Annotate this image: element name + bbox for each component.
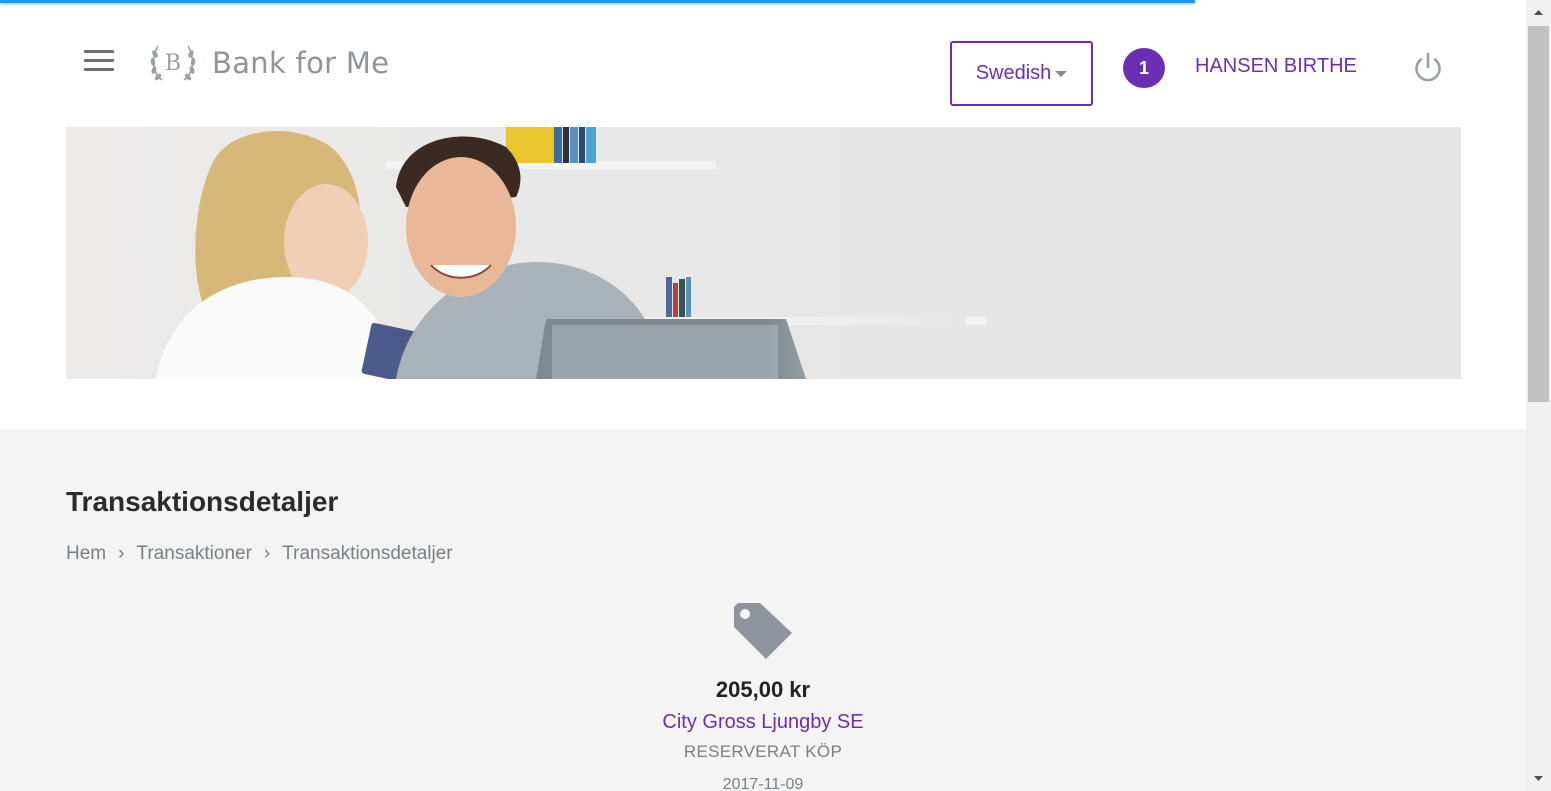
hamburger-menu-icon[interactable] <box>84 50 114 72</box>
language-select-value: Swedish <box>975 62 1052 84</box>
user-name-link[interactable]: HANSEN BIRTHE <box>1195 55 1357 78</box>
caret-down-icon <box>1055 70 1068 77</box>
brand-logo[interactable]: B Bank for Me <box>148 40 389 86</box>
notification-badge[interactable]: 1 <box>1123 48 1165 88</box>
page-title: Transaktionsdetaljer <box>66 486 339 517</box>
transaction-date: 2017-11-09 <box>722 776 804 791</box>
main-content: Transaktionsdetaljer Hem › Transaktioner… <box>0 429 1526 791</box>
vertical-scrollbar[interactable] <box>1526 0 1551 791</box>
tag-icon <box>734 603 792 659</box>
transaction-amount: 205,00 kr <box>715 677 811 702</box>
laurel-logo-icon: B <box>150 45 196 81</box>
top-header: B Bank for Me Swedish 1 HANSEN BIRTHE <box>0 0 1526 127</box>
breadcrumb: Hem › Transaktioner › Transaktionsdetalj… <box>66 543 453 565</box>
page-loading-bar <box>0 0 1195 3</box>
scroll-up-arrow-icon[interactable] <box>1526 4 1551 21</box>
breadcrumb-home[interactable]: Hem <box>66 543 106 565</box>
language-select[interactable]: Swedish <box>950 41 1093 106</box>
merchant-link[interactable]: City Gross Ljungby SE <box>563 711 963 734</box>
page: B Bank for Me Swedish 1 HANSEN BIRTHE Tr… <box>0 0 1551 791</box>
brand-name: Bank for Me <box>212 46 390 80</box>
transaction-status: RESERVERAT KÖP <box>683 742 843 761</box>
scroll-down-arrow-icon[interactable] <box>1526 770 1551 787</box>
power-logout-icon[interactable] <box>1410 50 1446 86</box>
hero-illustration <box>156 127 986 379</box>
transaction-summary: 205,00 kr City Gross Ljungby SE RESERVER… <box>563 599 963 791</box>
hero-banner-image <box>66 127 1461 379</box>
breadcrumb-current: Transaktionsdetaljer <box>282 543 453 564</box>
breadcrumb-transactions[interactable]: Transaktioner <box>136 543 251 565</box>
scrollbar-thumb[interactable] <box>1528 26 1549 402</box>
breadcrumb-separator: › <box>263 543 271 564</box>
breadcrumb-separator: › <box>118 543 125 564</box>
svg-text:B: B <box>165 51 181 76</box>
